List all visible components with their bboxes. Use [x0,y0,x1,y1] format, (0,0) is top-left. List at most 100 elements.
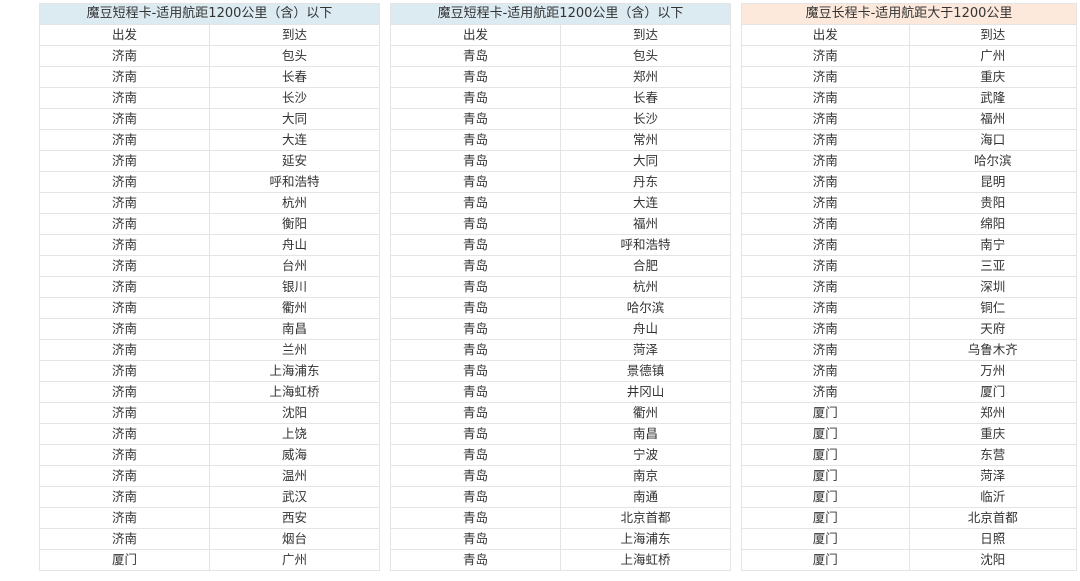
table-row: 青岛 大连 [390,192,731,214]
table-row: 济南 福州 [741,108,1077,130]
table-row: 济南 厦门 [741,381,1077,403]
arrival-city-cell: 呼和浩特 [209,171,380,193]
departure-city-cell: 济南 [39,402,210,424]
departure-city-cell: 济南 [39,87,210,109]
arrival-city-cell: 日照 [908,528,1077,550]
departure-city-cell: 青岛 [390,234,561,256]
departure-city-cell: 济南 [39,45,210,67]
arrival-city-cell: 深圳 [908,276,1077,298]
departure-city-cell: 青岛 [390,549,561,571]
table-row: 青岛 杭州 [390,276,731,298]
arrival-city-cell: 长春 [560,87,731,109]
route-table-panel-long: 魔豆长程卡-适用航距大于1200公里 出发 到达 济南 广州 济南 重庆 济南 武隆 济南 福州 济南… [741,3,1077,571]
arrival-city-cell: 烟台 [209,528,380,550]
arrival-city-cell: 绵阳 [908,213,1077,235]
column-header-row: 出发 到达 [741,24,1077,46]
arrival-city-cell: 南宁 [908,234,1077,256]
departure-city-cell: 青岛 [390,45,561,67]
departure-city-cell: 青岛 [390,528,561,550]
arrival-city-cell: 东营 [908,444,1077,466]
departure-city-cell: 青岛 [390,87,561,109]
table-row: 青岛 衢州 [390,402,731,424]
departure-city-cell: 青岛 [390,444,561,466]
arrival-city-cell: 舟山 [560,318,731,340]
departure-city-cell: 济南 [39,507,210,529]
table-row: 青岛 南通 [390,486,731,508]
table-row: 济南 长沙 [39,87,380,109]
arrival-city-cell: 南京 [560,465,731,487]
table-title-row: 魔豆短程卡-适用航距1200公里（含）以下 [390,3,731,25]
arrival-city-cell: 大同 [209,108,380,130]
arrival-city-cell: 合肥 [560,255,731,277]
arrival-city-cell: 菏泽 [560,339,731,361]
arrival-city-cell: 银川 [209,276,380,298]
departure-city-cell: 济南 [39,255,210,277]
arrival-city-cell: 沈阳 [209,402,380,424]
departure-city-cell: 青岛 [390,465,561,487]
table-row: 青岛 郑州 [390,66,731,88]
departure-city-cell: 济南 [39,318,210,340]
departure-city-cell: 青岛 [390,150,561,172]
departure-city-cell: 厦门 [39,549,210,571]
arrival-city-cell: 海口 [908,129,1077,151]
table-row: 青岛 福州 [390,213,731,235]
table-row: 青岛 合肥 [390,255,731,277]
table-row: 济南 大连 [39,129,380,151]
column-header-departure: 出发 [390,24,561,46]
arrival-city-cell: 宁波 [560,444,731,466]
arrival-city-cell: 郑州 [560,66,731,88]
table-row: 济南 绵阳 [741,213,1077,235]
table-row: 青岛 宁波 [390,444,731,466]
arrival-city-cell: 北京首都 [560,507,731,529]
arrival-city-cell: 广州 [209,549,380,571]
table-row: 济南 铜仁 [741,297,1077,319]
arrival-city-cell: 西安 [209,507,380,529]
departure-city-cell: 济南 [39,171,210,193]
table-row: 济南 呼和浩特 [39,171,380,193]
table-row: 青岛 长沙 [390,108,731,130]
arrival-city-cell: 上海浦东 [209,360,380,382]
departure-city-cell: 济南 [39,66,210,88]
table-row: 济南 深圳 [741,276,1077,298]
departure-city-cell: 厦门 [741,423,910,445]
departure-city-cell: 济南 [39,276,210,298]
arrival-city-cell: 长春 [209,66,380,88]
departure-city-cell: 济南 [741,318,910,340]
table-row: 济南 上海虹桥 [39,381,380,403]
arrival-city-cell: 天府 [908,318,1077,340]
table-row: 青岛 井冈山 [390,381,731,403]
table-row: 厦门 日照 [741,528,1077,550]
arrival-city-cell: 衡阳 [209,213,380,235]
departure-city-cell: 青岛 [390,192,561,214]
arrival-city-cell: 菏泽 [908,465,1077,487]
table-row: 济南 上饶 [39,423,380,445]
column-header-arrival: 到达 [209,24,380,46]
departure-city-cell: 济南 [741,381,910,403]
arrival-city-cell: 舟山 [209,234,380,256]
arrival-city-cell: 威海 [209,444,380,466]
departure-city-cell: 济南 [741,213,910,235]
arrival-city-cell: 包头 [209,45,380,67]
table-title: 魔豆短程卡-适用航距1200公里（含）以下 [390,3,731,25]
departure-city-cell: 青岛 [390,339,561,361]
arrival-city-cell: 延安 [209,150,380,172]
departure-city-cell: 青岛 [390,402,561,424]
departure-city-cell: 青岛 [390,66,561,88]
table-row: 厦门 东营 [741,444,1077,466]
table-row: 济南 长春 [39,66,380,88]
arrival-city-cell: 沈阳 [908,549,1077,571]
table-row: 济南 延安 [39,150,380,172]
table-row: 济南 贵阳 [741,192,1077,214]
table-row: 青岛 南昌 [390,423,731,445]
arrival-city-cell: 兰州 [209,339,380,361]
table-row: 济南 重庆 [741,66,1077,88]
table-row: 青岛 上海虹桥 [390,549,731,571]
table-row: 济南 武隆 [741,87,1077,109]
table-row: 济南 衢州 [39,297,380,319]
arrival-city-cell: 北京首都 [908,507,1077,529]
departure-city-cell: 济南 [39,108,210,130]
table-row: 青岛 舟山 [390,318,731,340]
table-row: 济南 包头 [39,45,380,67]
arrival-city-cell: 贵阳 [908,192,1077,214]
table-row: 济南 舟山 [39,234,380,256]
